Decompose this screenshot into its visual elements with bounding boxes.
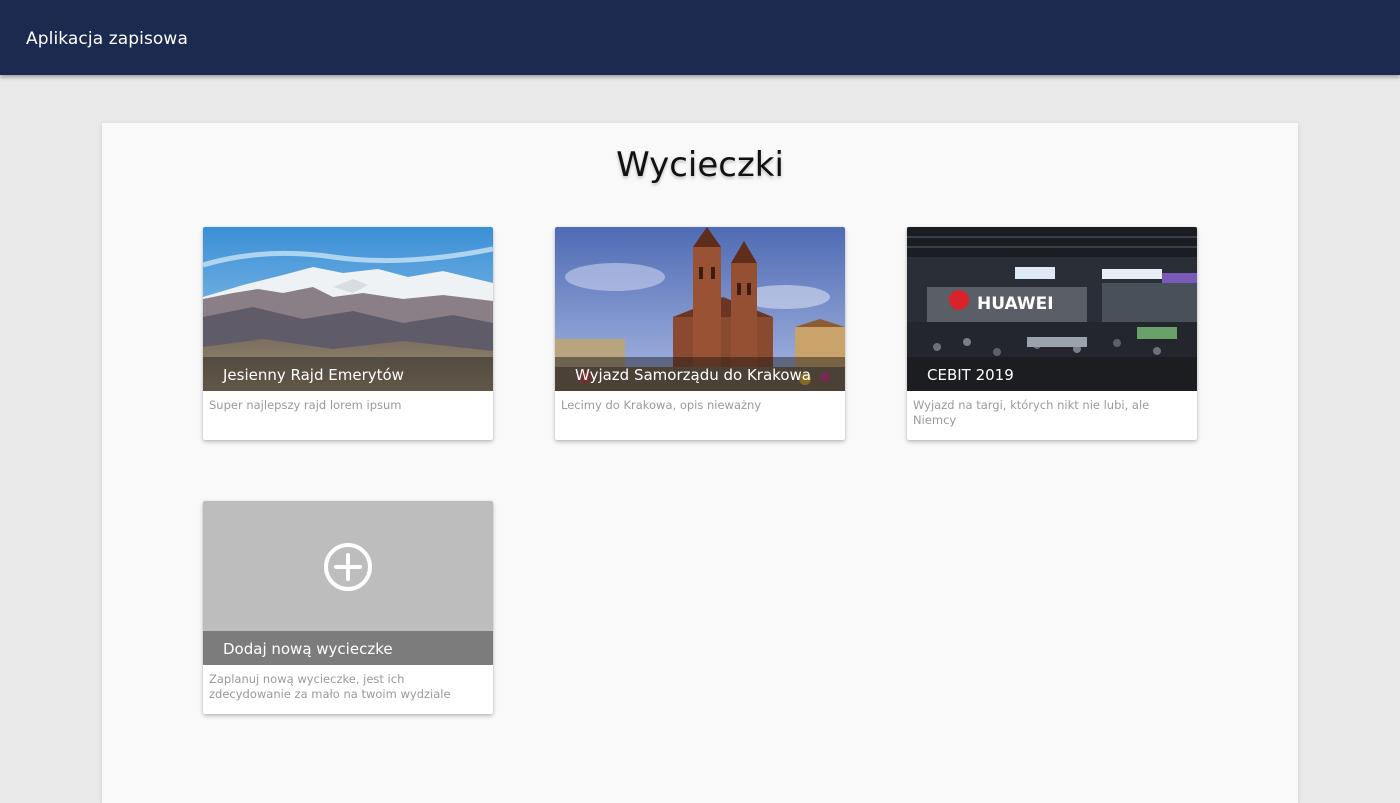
add-trip-card[interactable]: Dodaj nową wycieczke Zaplanuj nową wycie… — [203, 501, 493, 714]
trip-description: Wyjazd na targi, których nikt nie lubi, … — [913, 398, 1150, 427]
trip-description: Lecimy do Krakowa, opis nieważny — [561, 398, 762, 412]
trip-card-krakow[interactable]: Wyjazd Samorządu do Krakowa Lecimy do Kr… — [555, 227, 845, 440]
trip-title: Wyjazd Samorządu do Krakowa — [555, 357, 845, 391]
page-title: Wycieczki — [616, 145, 784, 185]
app-title: Aplikacja zapisowa — [26, 29, 188, 49]
add-trip-description: Zaplanuj nową wycieczke, jest ich zdecyd… — [209, 672, 451, 701]
trip-card-cebit[interactable]: HUAWEI CEBIT 2019 Wyjazd na targi, który… — [907, 227, 1197, 440]
trip-title: CEBIT 2019 — [907, 357, 1197, 391]
add-trip-title: Dodaj nową wycieczke — [203, 631, 493, 665]
trip-title: Jesienny Rajd Emerytów — [203, 357, 493, 391]
trip-description: Super najlepszy rajd lorem ipsum — [209, 398, 402, 412]
top-app-bar: Aplikacja zapisowa — [0, 0, 1400, 75]
plus-circle-icon — [324, 543, 372, 591]
trip-card-rajd[interactable]: Jesienny Rajd Emerytów Super najlepszy r… — [203, 227, 493, 440]
trips-panel: Wycieczki Jesienny Rajd Emerytów Super n… — [102, 123, 1298, 803]
huawei-logo-text: HUAWEI — [977, 294, 1054, 314]
